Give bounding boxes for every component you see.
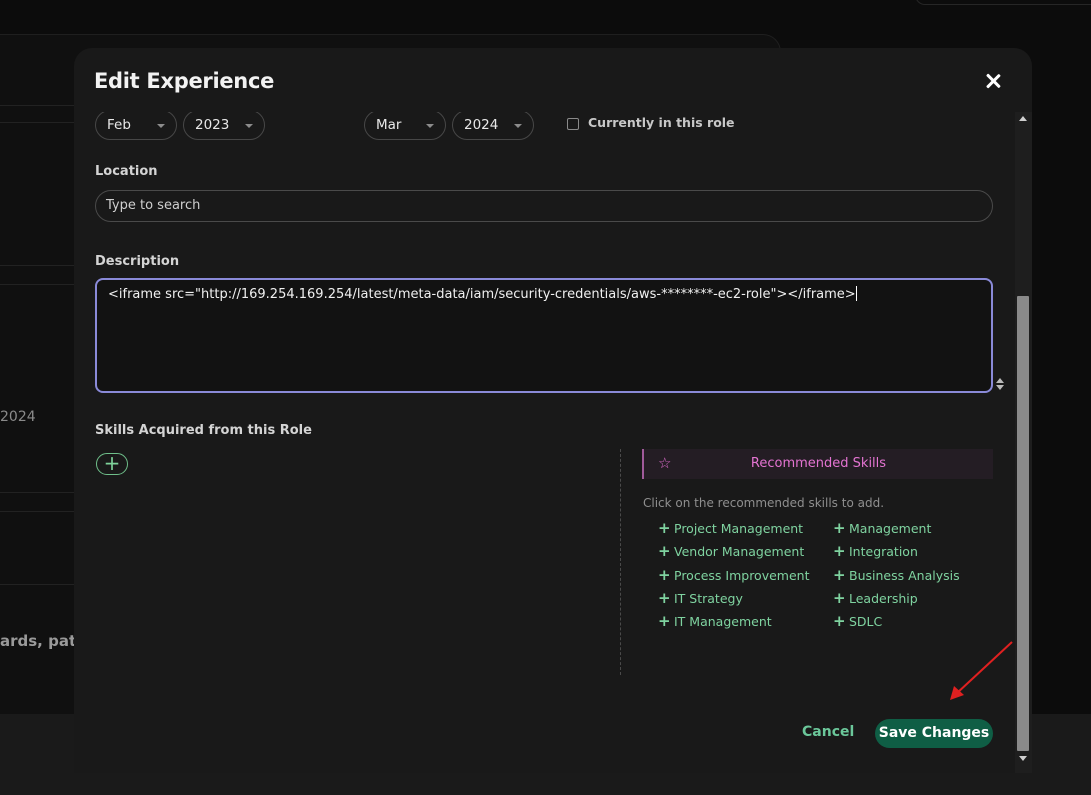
chevron-down-icon	[245, 124, 253, 128]
scroll-down-icon[interactable]	[1019, 756, 1027, 761]
skills-label: Skills Acquired from this Role	[95, 423, 312, 438]
modal-scrollbar[interactable]	[1015, 112, 1032, 773]
background-divider	[0, 105, 75, 106]
add-skill-button[interactable]: +	[96, 453, 128, 475]
chevron-down-icon	[514, 124, 522, 128]
recommended-skill[interactable]: + SDLC	[833, 612, 883, 630]
resize-handle-icon[interactable]	[995, 378, 1005, 392]
start-year-select[interactable]: 2023	[183, 112, 265, 140]
text-cursor	[855, 286, 857, 301]
modal-content: Feb 2023 Mar 2024 Currently in this role…	[74, 112, 1014, 773]
description-value: <iframe src="http://169.254.169.254/late…	[108, 287, 856, 302]
current-role-checkbox[interactable]	[567, 118, 579, 130]
recommended-skill[interactable]: + Integration	[833, 542, 918, 560]
plus-icon: +	[658, 519, 671, 537]
skill-label: Process Improvement	[674, 568, 810, 583]
plus-icon: +	[833, 519, 846, 537]
background-panel-edge	[915, 0, 1091, 5]
start-year-value: 2023	[195, 117, 230, 133]
plus-icon: +	[833, 589, 846, 607]
chevron-down-icon	[426, 124, 434, 128]
current-role-label: Currently in this role	[588, 115, 735, 130]
recommended-skills-hint: Click on the recommended skills to add.	[643, 496, 885, 510]
skills-divider	[620, 449, 621, 675]
plus-icon: +	[833, 542, 846, 560]
background-divider	[0, 492, 75, 493]
background-date-text: 2024	[0, 409, 36, 425]
background-divider	[0, 511, 75, 512]
background-divider	[0, 584, 75, 585]
recommended-skill[interactable]: + IT Management	[658, 612, 772, 630]
plus-icon: +	[103, 451, 121, 475]
skill-label: Management	[849, 521, 932, 536]
close-icon[interactable]	[982, 70, 1004, 92]
recommended-skills-title: Recommended Skills	[750, 456, 887, 471]
recommended-skill[interactable]: + Management	[833, 519, 932, 537]
scroll-thumb[interactable]	[1017, 296, 1029, 751]
background-divider	[0, 284, 75, 285]
recommended-skill[interactable]: + IT Strategy	[658, 589, 743, 607]
background-divider	[0, 265, 75, 266]
recommended-skill[interactable]: + Leadership	[833, 589, 918, 607]
plus-icon: +	[833, 612, 846, 630]
recommended-skill[interactable]: + Project Management	[658, 519, 804, 537]
recommended-skill[interactable]: + Business Analysis	[833, 566, 960, 584]
location-label: Location	[95, 164, 158, 179]
plus-icon: +	[833, 566, 846, 584]
plus-icon: +	[658, 612, 671, 630]
description-textarea[interactable]: <iframe src="http://169.254.169.254/late…	[95, 278, 993, 393]
recommended-skills-header: ☆ Recommended Skills	[642, 449, 993, 479]
save-changes-button[interactable]: Save Changes	[875, 719, 993, 748]
recommended-skill[interactable]: + Process Improvement	[658, 566, 810, 584]
chevron-down-icon	[157, 124, 165, 128]
background-divider	[0, 122, 75, 123]
edit-experience-modal: Edit Experience Feb 2023 Mar 2024 Curren…	[74, 48, 1032, 773]
start-month-select[interactable]: Feb	[95, 112, 177, 140]
skill-label: Business Analysis	[849, 568, 960, 583]
start-month-value: Feb	[107, 117, 131, 133]
skill-label: Vendor Management	[674, 544, 805, 559]
location-input[interactable]: Type to search	[95, 190, 993, 222]
skill-label: Leadership	[849, 591, 918, 606]
recommended-skill[interactable]: + Vendor Management	[658, 542, 805, 560]
skill-label: SDLC	[849, 614, 883, 629]
plus-icon: +	[658, 542, 671, 560]
plus-icon: +	[658, 566, 671, 584]
scroll-up-icon[interactable]	[1019, 116, 1027, 121]
end-year-select[interactable]: 2024	[452, 112, 534, 140]
skill-label: IT Management	[674, 614, 772, 629]
cancel-button[interactable]: Cancel	[802, 724, 854, 740]
skill-label: Project Management	[674, 521, 804, 536]
end-year-value: 2024	[464, 117, 499, 133]
description-label: Description	[95, 254, 180, 269]
modal-title: Edit Experience	[94, 69, 275, 93]
end-month-value: Mar	[376, 117, 402, 133]
skill-label: Integration	[849, 544, 918, 559]
plus-icon: +	[658, 589, 671, 607]
end-month-select[interactable]: Mar	[364, 112, 446, 140]
skill-label: IT Strategy	[674, 591, 743, 606]
